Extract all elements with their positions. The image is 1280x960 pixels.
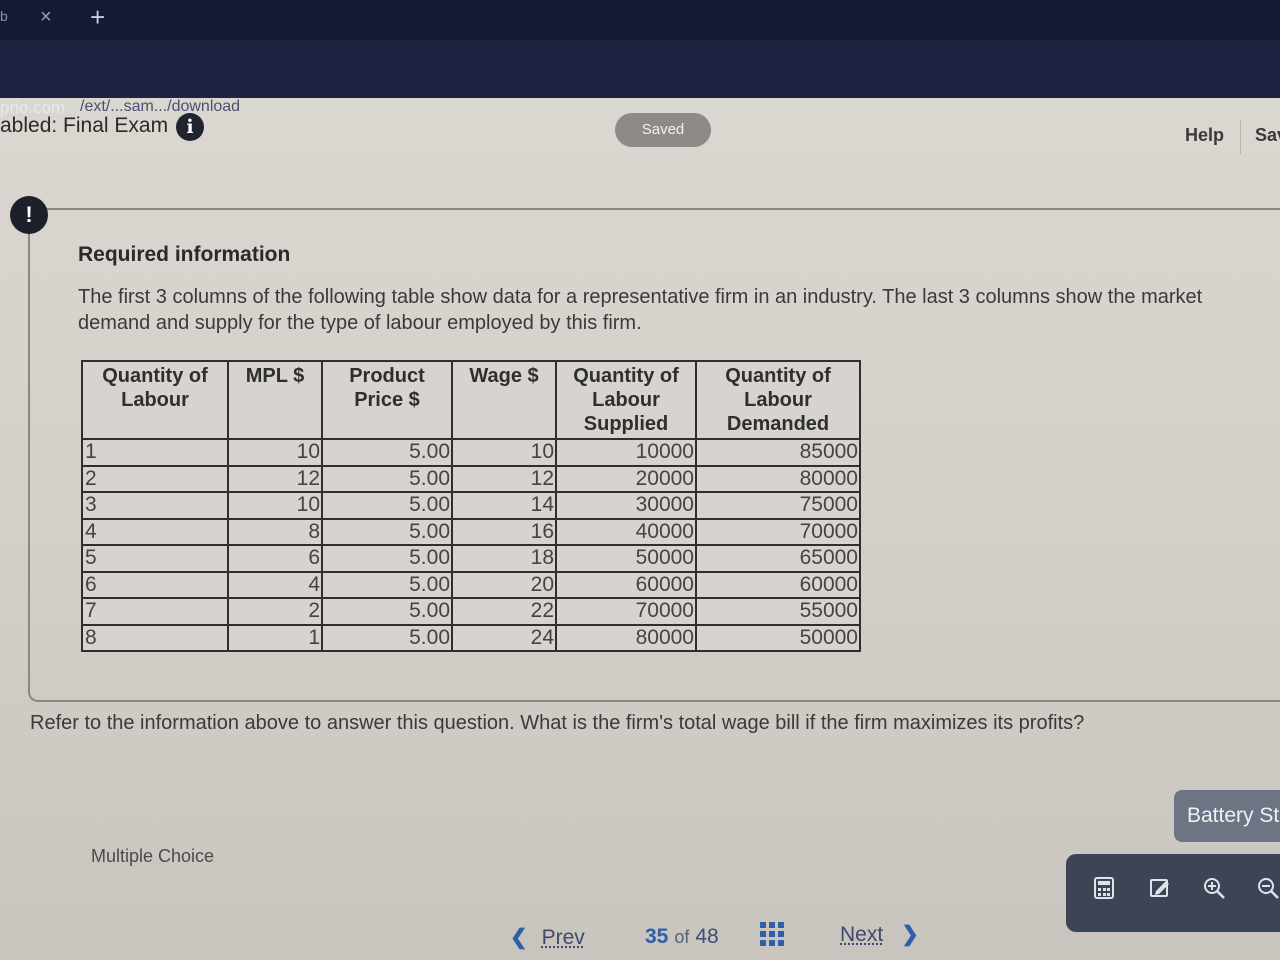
table-cell: 40000 bbox=[555, 517, 697, 546]
header-quantity-demanded: Quantity of Labour Demanded bbox=[695, 360, 861, 440]
table-cell: 8 bbox=[227, 517, 323, 546]
table-cell: 4 bbox=[81, 517, 229, 546]
chevron-right-icon: ❯ bbox=[901, 923, 919, 946]
table-cell: 14 bbox=[451, 491, 557, 520]
table-cell: 55000 bbox=[695, 597, 861, 626]
table-cell: 5.00 bbox=[321, 464, 453, 493]
table-row: 3 10 5.00 14 30000 75000 bbox=[81, 491, 861, 520]
chevron-left-icon: ❮ bbox=[510, 926, 528, 949]
prev-label: Prev bbox=[541, 926, 585, 949]
table-cell: 2 bbox=[227, 597, 323, 626]
table-cell: 3 bbox=[81, 491, 229, 520]
table-cell: 6 bbox=[227, 544, 323, 573]
browser-url-bar[interactable]: prio.com /ext/...sam.../download bbox=[0, 40, 1280, 117]
save-exit-button[interactable]: Sav bbox=[1255, 125, 1280, 146]
alert-icon: ! bbox=[10, 196, 48, 234]
table-cell: 65000 bbox=[695, 544, 861, 573]
table-cell: 5.00 bbox=[321, 517, 453, 546]
table-cell: 5.00 bbox=[321, 491, 453, 520]
table-cell: 22 bbox=[451, 597, 557, 626]
help-button[interactable]: Help bbox=[1185, 125, 1224, 146]
zoom-out-icon[interactable] bbox=[1254, 876, 1280, 904]
table-row: 2 12 5.00 12 20000 80000 bbox=[81, 464, 861, 493]
table-cell: 5.00 bbox=[321, 438, 453, 467]
header-divider bbox=[1240, 120, 1241, 154]
table-cell: 60000 bbox=[555, 570, 697, 599]
current-page: 35 bbox=[645, 925, 669, 948]
table-cell: 1 bbox=[81, 438, 229, 467]
table-cell: 18 bbox=[451, 544, 557, 573]
multiple-choice-label: Multiple Choice bbox=[91, 846, 215, 866]
table-cell: 5.00 bbox=[321, 623, 453, 652]
table-row: 7 2 5.00 22 70000 55000 bbox=[81, 597, 861, 626]
of-label: of bbox=[674, 927, 690, 947]
table-header-row: Quantity of Labour MPL $ Product Price $… bbox=[81, 360, 861, 440]
table-cell: 80000 bbox=[555, 623, 697, 652]
exam-title: abled: Final Exam bbox=[0, 114, 169, 137]
page-indicator: 35 of 48 bbox=[645, 925, 719, 949]
question-grid-icon[interactable] bbox=[760, 922, 784, 946]
table-cell: 60000 bbox=[695, 570, 861, 599]
table-cell: 70000 bbox=[695, 517, 861, 546]
table-cell: 4 bbox=[227, 570, 323, 599]
question-text: Refer to the information above to answer… bbox=[30, 712, 1085, 734]
zoom-in-icon[interactable] bbox=[1200, 876, 1228, 904]
table-cell: 5.00 bbox=[321, 544, 453, 573]
table-cell: 80000 bbox=[695, 464, 861, 493]
table-cell: 30000 bbox=[555, 491, 697, 520]
header-quantity-supplied: Quantity of Labour Supplied bbox=[555, 360, 697, 440]
calculator-icon[interactable] bbox=[1090, 876, 1118, 904]
battery-status-notification[interactable]: Battery St bbox=[1174, 790, 1280, 842]
info-icon[interactable]: i bbox=[176, 113, 204, 141]
table-cell: 1 bbox=[227, 623, 323, 652]
table-cell: 12 bbox=[227, 464, 323, 493]
table-cell: 10 bbox=[227, 491, 323, 520]
required-info-title: Required information bbox=[78, 243, 291, 266]
table-cell: 70000 bbox=[555, 597, 697, 626]
table-cell: 10 bbox=[227, 438, 323, 467]
new-tab-icon[interactable]: + bbox=[90, 2, 105, 33]
table-cell: 50000 bbox=[695, 623, 861, 652]
table-cell: 20 bbox=[451, 570, 557, 599]
table-cell: 24 bbox=[451, 623, 557, 652]
table-cell: 12 bbox=[451, 464, 557, 493]
browser-tab-bar: b × + bbox=[0, 0, 1280, 40]
prev-button[interactable]: ❮ Prev bbox=[510, 925, 585, 950]
table-cell: 50000 bbox=[555, 544, 697, 573]
next-label: Next bbox=[840, 923, 884, 946]
table-cell: 20000 bbox=[555, 464, 697, 493]
header-wage: Wage $ bbox=[451, 360, 557, 440]
table-cell: 10000 bbox=[555, 438, 697, 467]
table-cell: 8 bbox=[81, 623, 229, 652]
table-cell: 10 bbox=[451, 438, 557, 467]
tab-close-icon[interactable]: × bbox=[40, 6, 52, 29]
table-cell: 2 bbox=[81, 464, 229, 493]
table-cell: 6 bbox=[81, 570, 229, 599]
edit-notes-icon[interactable] bbox=[1146, 876, 1174, 904]
table-row: 4 8 5.00 16 40000 70000 bbox=[81, 517, 861, 546]
table-cell: 16 bbox=[451, 517, 557, 546]
table-cell: 75000 bbox=[695, 491, 861, 520]
next-button[interactable]: Next ❯ bbox=[840, 922, 919, 947]
table-row: 6 4 5.00 20 60000 60000 bbox=[81, 570, 861, 599]
saved-status-badge: Saved bbox=[615, 113, 711, 147]
header-mpl: MPL $ bbox=[227, 360, 323, 440]
tab-title-fragment[interactable]: b bbox=[0, 8, 8, 24]
total-pages: 48 bbox=[695, 925, 719, 948]
table-cell: 5.00 bbox=[321, 570, 453, 599]
header-quantity-labour: Quantity of Labour bbox=[81, 360, 229, 440]
header-product-price: Product Price $ bbox=[321, 360, 453, 440]
table-cell: 7 bbox=[81, 597, 229, 626]
table-row: 1 10 5.00 10 10000 85000 bbox=[81, 438, 861, 467]
table-cell: 85000 bbox=[695, 438, 861, 467]
required-info-description: The first 3 columns of the following tab… bbox=[78, 286, 1203, 334]
table-cell: 5 bbox=[81, 544, 229, 573]
labour-data-table: Quantity of Labour MPL $ Product Price $… bbox=[81, 360, 861, 652]
table-row: 8 1 5.00 24 80000 50000 bbox=[81, 623, 861, 652]
table-cell: 5.00 bbox=[321, 597, 453, 626]
table-row: 5 6 5.00 18 50000 65000 bbox=[81, 544, 861, 573]
